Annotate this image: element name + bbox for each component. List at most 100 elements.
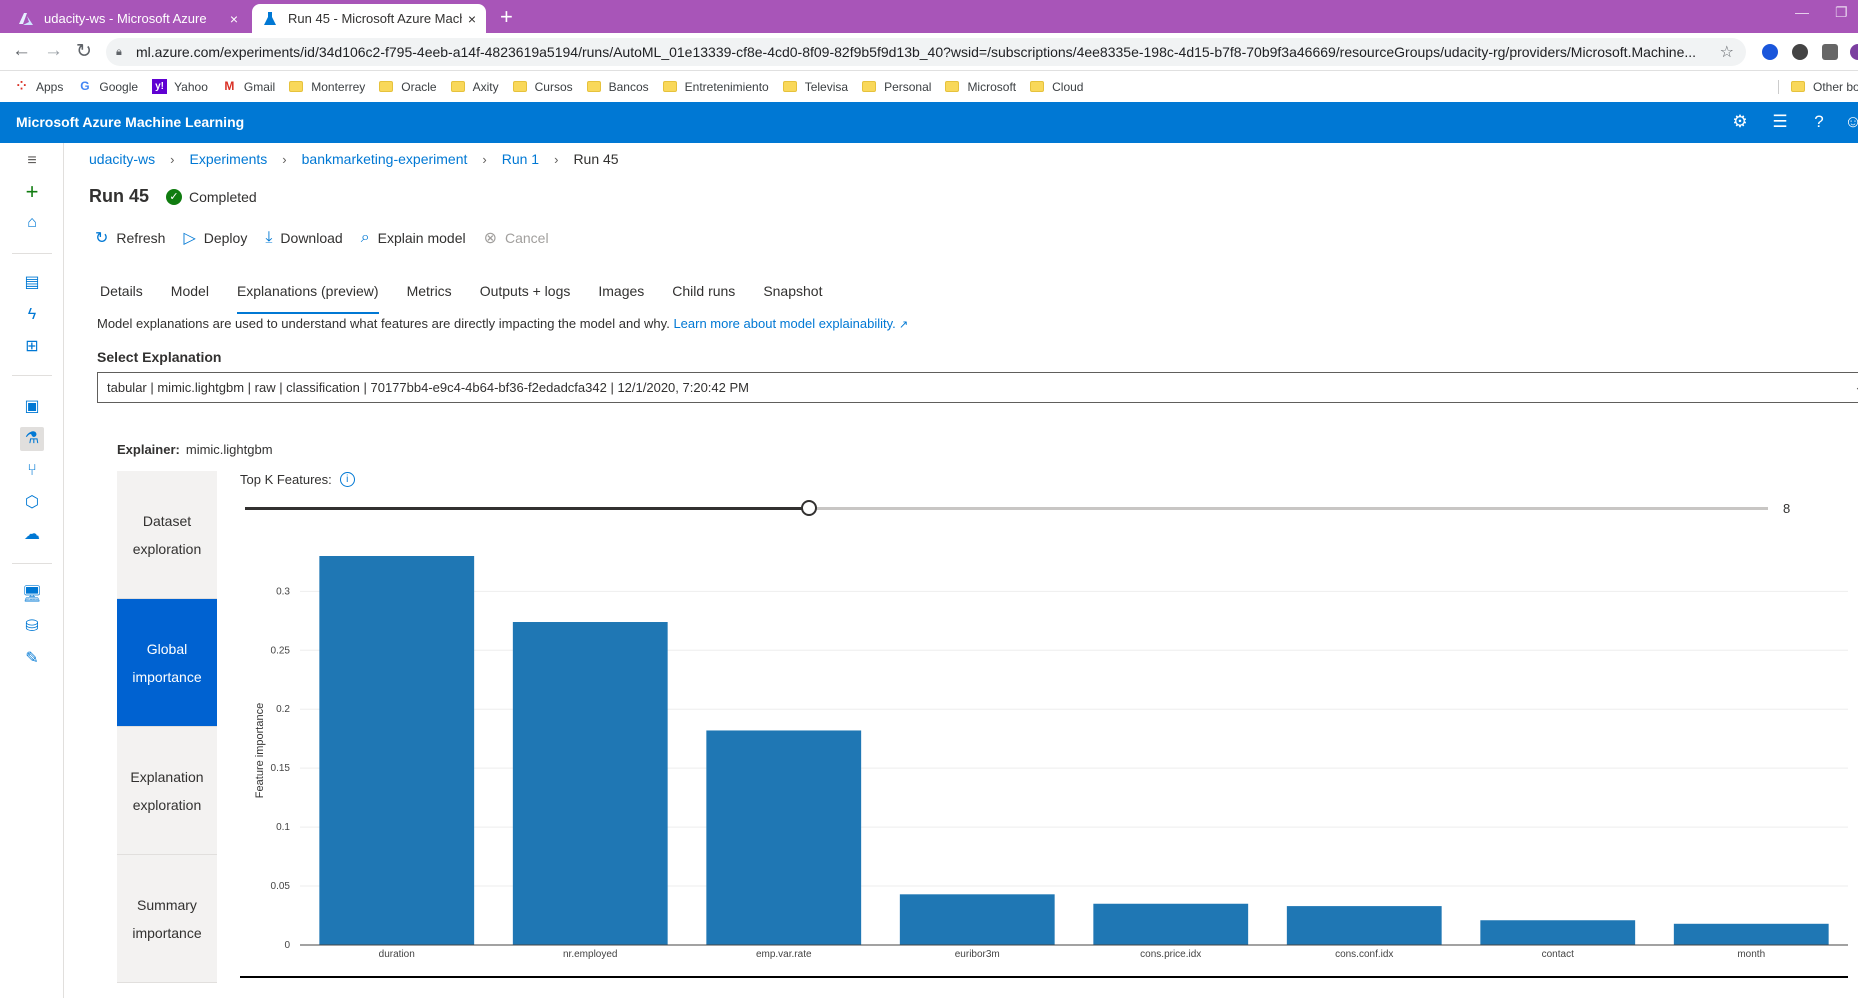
tab-model[interactable]: Model: [171, 280, 209, 314]
slider-thumb[interactable]: [800, 500, 817, 516]
bookmark-yahoo[interactable]: y! Yahoo: [152, 79, 208, 94]
bookmark-folder[interactable]: Oracle: [379, 80, 437, 94]
bookmark-label: Other bo: [1813, 79, 1858, 94]
info-icon[interactable]: i: [339, 472, 355, 487]
forward-arrow-icon[interactable]: →: [44, 40, 63, 62]
close-tab-icon[interactable]: ×: [468, 11, 476, 27]
bookmark-folder[interactable]: Monterrey: [289, 80, 365, 94]
x-tick-label: emp.var.rate: [756, 949, 812, 960]
y-tick-label: 0.1: [276, 822, 290, 833]
close-tab-icon[interactable]: ×: [230, 11, 238, 27]
side-nav-summary-importance[interactable]: Summary importance: [117, 855, 217, 983]
experiments-icon[interactable]: ⚗: [20, 427, 44, 451]
bar: [319, 556, 475, 945]
tab-explanations[interactable]: Explanations (preview): [236, 280, 379, 314]
bookmark-folder[interactable]: Cursos: [512, 80, 573, 94]
run-tabs: Details Model Explanations (preview) Met…: [100, 280, 850, 314]
other-bookmarks[interactable]: Other bo: [1778, 79, 1858, 94]
extension-circle-icon[interactable]: [1792, 44, 1808, 60]
datastores-icon[interactable]: ⛁: [20, 615, 44, 639]
pipelines-icon[interactable]: ⑂: [20, 459, 44, 483]
bookmark-apps[interactable]: ⁘ Apps: [14, 79, 63, 94]
status-text: Completed: [189, 189, 257, 205]
breadcrumb-experiments[interactable]: Experiments: [189, 151, 267, 167]
breadcrumb-workspace[interactable]: udacity-ws: [89, 151, 155, 167]
extension-shield-icon[interactable]: [1762, 44, 1778, 60]
refresh-button[interactable]: ↻ Refresh: [95, 228, 165, 248]
tab-snapshot[interactable]: Snapshot: [763, 280, 822, 314]
deploy-button[interactable]: ▷ Deploy: [183, 228, 247, 248]
bookmark-google[interactable]: G Google: [77, 79, 138, 94]
folder-icon: [379, 81, 394, 92]
models-icon[interactable]: ⬡: [20, 491, 44, 515]
yahoo-icon: y!: [152, 79, 168, 94]
gmail-icon: M: [224, 79, 235, 93]
tab-details[interactable]: Details: [100, 280, 143, 314]
restore-window-icon[interactable]: ❐: [1835, 4, 1848, 21]
automl-icon[interactable]: ϟ: [20, 303, 44, 327]
browser-tab-udacity-ws[interactable]: udacity-ws - Microsoft Azure ×: [8, 4, 248, 33]
bookmark-folder[interactable]: Bancos: [586, 79, 649, 94]
learn-more-link[interactable]: Learn more about model explainability.: [673, 316, 895, 331]
minimize-window-icon[interactable]: —: [1795, 4, 1809, 20]
explain-model-button[interactable]: ⌕ Explain model: [361, 228, 466, 248]
breadcrumb-experiment[interactable]: bankmarketing-experiment: [302, 151, 468, 167]
hamburger-menu-icon[interactable]: ≡: [20, 149, 44, 173]
cancel-circle-icon: ⊗: [483, 230, 497, 247]
gear-icon[interactable]: ⚙: [1730, 112, 1750, 132]
account-icon[interactable]: ☺: [1843, 112, 1858, 132]
tab-outputs-logs[interactable]: Outputs + logs: [480, 280, 571, 314]
designer-icon[interactable]: ⊞: [20, 335, 44, 359]
bookmark-label: Google: [99, 79, 139, 94]
bookmark-folder[interactable]: Personal: [862, 80, 931, 94]
breadcrumb-parent-run[interactable]: Run 1: [502, 151, 539, 167]
bookmark-star-icon[interactable]: ☆: [1720, 42, 1734, 62]
extensions-puzzle-icon[interactable]: [1822, 44, 1838, 60]
bookmark-folder[interactable]: Cloud: [1030, 80, 1083, 94]
rail-divider: [12, 253, 52, 254]
address-bar[interactable]: 🔒︎ ml.azure.com/experiments/id/34d106c2-…: [106, 38, 1746, 66]
cancel-button[interactable]: ⊗ Cancel: [484, 228, 549, 248]
browser-tab-run-45[interactable]: Run 45 - Microsoft Azure Machine Learnin…: [252, 4, 486, 33]
endpoints-icon[interactable]: ☁: [20, 523, 44, 547]
compute-icon[interactable]: 🖥︎: [20, 583, 44, 607]
folder-icon: [512, 81, 527, 92]
azure-logo-icon: [19, 12, 33, 25]
new-tab-button[interactable]: +: [500, 4, 513, 30]
tab-images[interactable]: Images: [598, 280, 644, 314]
top-k-slider[interactable]: [245, 500, 1768, 516]
plus-icon[interactable]: +: [20, 180, 44, 204]
chevron-right-icon: ›: [282, 151, 287, 167]
x-tick-label: euribor3m: [955, 949, 1000, 960]
back-arrow-icon[interactable]: ←: [12, 40, 31, 62]
tab-child-runs[interactable]: Child runs: [672, 280, 735, 314]
home-icon[interactable]: ⌂: [20, 211, 44, 235]
bookmarks-bar: ⁘ Apps G Google y! Yahoo M Gmail Monterr…: [0, 71, 1858, 102]
y-tick-label: 0.2: [276, 704, 290, 715]
labeling-icon[interactable]: ✎: [20, 647, 44, 671]
google-icon: G: [80, 79, 90, 93]
folder-icon: [662, 81, 677, 92]
datasets-icon[interactable]: ▣: [20, 395, 44, 419]
left-nav-rail: ≡ + ⌂ ▤ ϟ ⊞ ▣ ⚗ ⑂ ⬡ ☁ 🖥︎ ⛁ ✎: [0, 143, 64, 998]
folder-icon: [862, 81, 877, 92]
explainer-label: Explainer:: [117, 442, 180, 457]
bookmark-label: Bancos: [608, 79, 649, 94]
bookmark-folder[interactable]: Entretenimiento: [662, 80, 769, 94]
side-nav-explanation-exploration[interactable]: Explanation exploration: [117, 727, 217, 855]
tab-metrics[interactable]: Metrics: [407, 280, 452, 314]
explanations-description: Model explanations are used to understan…: [97, 316, 908, 331]
feedback-icon[interactable]: ☰: [1770, 112, 1790, 132]
side-nav-global-importance[interactable]: Global importance: [117, 599, 217, 727]
side-nav-dataset-exploration[interactable]: Dataset exploration: [117, 471, 217, 599]
bookmark-folder[interactable]: Axity: [450, 80, 499, 94]
profile-avatar[interactable]: [1850, 44, 1858, 60]
select-explanation-dropdown[interactable]: tabular | mimic.lightgbm | raw | classif…: [97, 372, 1858, 403]
bookmark-folder[interactable]: Televisa: [782, 80, 848, 94]
bookmark-gmail[interactable]: M Gmail: [222, 79, 275, 94]
help-icon[interactable]: ?: [1809, 112, 1829, 132]
download-button[interactable]: ⤓ Download: [265, 228, 342, 248]
reload-icon[interactable]: ↻: [76, 40, 92, 63]
notebook-icon[interactable]: ▤: [20, 271, 44, 295]
bookmark-folder[interactable]: Microsoft: [945, 80, 1016, 94]
